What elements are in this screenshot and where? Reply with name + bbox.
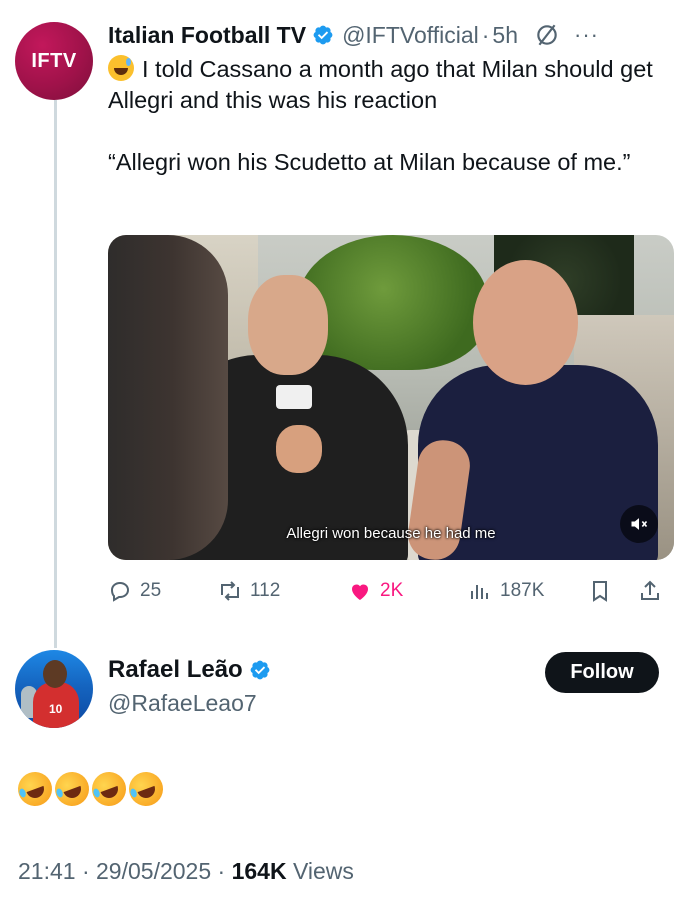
reply-views-count: 164K: [231, 858, 287, 884]
rolling-laughing-emoji-icon: [87, 767, 131, 811]
reply-views-label: Views: [292, 858, 354, 884]
reply-body-emojis: [13, 767, 168, 811]
tweet-timestamp[interactable]: 5h: [492, 22, 518, 49]
video-subtitle: Allegri won because he had me: [286, 525, 496, 542]
video-collar: [276, 385, 312, 409]
meta-separator: ·: [217, 858, 226, 884]
avatar-head: [43, 660, 67, 688]
reply-meta: 21:41 · 29/05/2025 · 164K Views: [18, 858, 354, 885]
reply-time[interactable]: 21:41: [18, 858, 76, 884]
share-button[interactable]: [638, 574, 670, 608]
reply-date[interactable]: 29/05/2025: [96, 858, 211, 884]
verified-badge-icon: [313, 25, 333, 45]
reply-count: 25: [140, 580, 162, 601]
share-icon: [641, 580, 659, 600]
video-player[interactable]: Allegri won because he had me: [108, 235, 674, 560]
views-count: 187K: [500, 580, 545, 601]
like-count: 2K: [380, 580, 404, 601]
thread-connector-line: [54, 100, 57, 648]
repost-count: 112: [250, 580, 281, 601]
speaker-muted-icon: [631, 518, 648, 530]
mute-button[interactable]: [620, 505, 658, 543]
tweet-text-line-1: I told Cassano a month ago that Milan sh…: [108, 56, 653, 113]
rolling-laughing-emoji-icon: [124, 767, 168, 811]
verified-badge-icon: [250, 660, 270, 680]
video-bush: [298, 235, 488, 370]
reply-author-handle[interactable]: @RafaeLeao7: [108, 690, 271, 717]
avatar-logo-text: IFTV: [31, 49, 77, 72]
more-options-icon[interactable]: ···: [574, 22, 599, 48]
tweet-text-paragraph-1: I told Cassano a month ago that Milan sh…: [108, 54, 668, 116]
grinning-sweat-emoji-icon: [108, 55, 134, 81]
reply-author-name[interactable]: Rafael Leão: [108, 656, 243, 684]
grok-icon[interactable]: [534, 22, 560, 48]
repost-button[interactable]: 112: [218, 574, 280, 608]
reply-author-block: Rafael Leão @RafaeLeao7: [108, 656, 271, 717]
analytics-icon: [471, 585, 488, 599]
bookmark-icon: [593, 581, 607, 602]
bookmark-button[interactable]: [588, 574, 620, 608]
meta-separator: ·: [81, 858, 90, 884]
author-name[interactable]: Italian Football TV: [108, 22, 306, 49]
separator-dot: ·: [481, 21, 490, 48]
video-person-right-head: [473, 260, 578, 385]
repost-icon: [221, 581, 239, 601]
reply-icon: [110, 581, 130, 602]
rolling-laughing-emoji-icon: [50, 767, 94, 811]
leao-avatar[interactable]: 10: [15, 650, 93, 728]
heart-filled-icon: [352, 584, 368, 600]
views-button[interactable]: 187K: [468, 574, 544, 608]
author-handle[interactable]: @IFTVofficial: [342, 22, 479, 49]
tweet-body: I told Cassano a month ago that Milan sh…: [108, 54, 668, 209]
reply-button[interactable]: 25: [108, 574, 161, 608]
tweet-action-bar: 25 112 2K 187K: [108, 574, 674, 608]
reply-author-row: Rafael Leão: [108, 656, 271, 684]
video-person-left-head: [248, 275, 328, 375]
rolling-laughing-emoji-icon: [13, 767, 57, 811]
avatar-jersey-number: 10: [49, 702, 63, 716]
video-fist: [276, 425, 322, 473]
video-foreground-blur: [108, 235, 228, 560]
tweet-header: Italian Football TV @IFTVofficial · 5h ·…: [108, 20, 679, 50]
iftv-avatar[interactable]: IFTV: [15, 22, 93, 100]
tweet-text-paragraph-2: “Allegri won his Scudetto at Milan becau…: [108, 149, 631, 175]
like-button[interactable]: 2K: [348, 574, 403, 608]
follow-button[interactable]: Follow: [545, 652, 659, 693]
